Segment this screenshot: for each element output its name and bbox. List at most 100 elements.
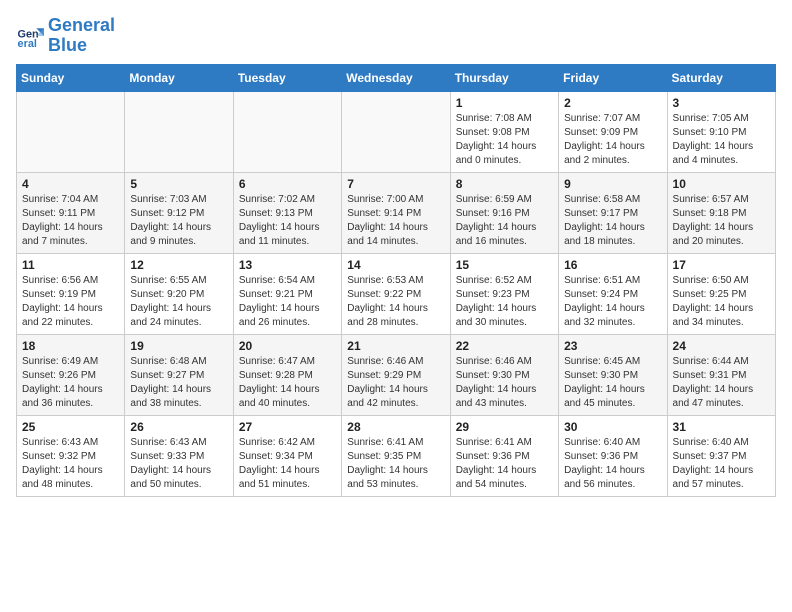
day-number: 12 bbox=[130, 258, 227, 272]
calendar-cell: 15Sunrise: 6:52 AM Sunset: 9:23 PM Dayli… bbox=[450, 253, 558, 334]
weekday-header-wednesday: Wednesday bbox=[342, 64, 450, 91]
calendar-cell: 13 Sunrise: 6:54 AM Sunset: 9:21 PM Dayli… bbox=[233, 253, 341, 334]
day-info: Sunrise: 6:43 AM Sunset: 9:33 PM Dayligh… bbox=[130, 436, 227, 492]
calendar-cell: 14 Sunrise: 6:53 AM Sunset: 9:22 PM Dayli… bbox=[342, 253, 450, 334]
day-info: Sunrise: 6:47 AM Sunset: 9:28 PM Dayligh… bbox=[239, 355, 336, 411]
day-number: 8 bbox=[456, 177, 553, 191]
calendar-cell bbox=[233, 91, 341, 172]
calendar-cell: 21 Sunrise: 6:46 AM Sunset: 9:29 PM Dayli… bbox=[342, 334, 450, 415]
day-number: 23 bbox=[564, 339, 661, 353]
day-number: 25 bbox=[22, 420, 119, 434]
calendar-cell: 17 Sunrise: 6:50 AM Sunset: 9:25 PM Dayli… bbox=[667, 253, 775, 334]
day-info: Sunrise: 7:04 AM Sunset: 9:11 PM Dayligh… bbox=[22, 193, 119, 249]
calendar-cell: 18 Sunrise: 6:49 AM Sunset: 9:26 PM Dayli… bbox=[17, 334, 125, 415]
weekday-header-sunday: Sunday bbox=[17, 64, 125, 91]
day-number: 27 bbox=[239, 420, 336, 434]
calendar-cell: 30 Sunrise: 6:40 AM Sunset: 9:36 PM Dayli… bbox=[559, 415, 667, 496]
day-number: 19 bbox=[130, 339, 227, 353]
day-info: Sunrise: 6:54 AM Sunset: 9:21 PM Dayligh… bbox=[239, 274, 336, 330]
day-info: Sunrise: 7:08 AM Sunset: 9:08 PM Dayligh… bbox=[456, 112, 553, 168]
calendar-cell: 23 Sunrise: 6:45 AM Sunset: 9:30 PM Dayli… bbox=[559, 334, 667, 415]
logo-text-line1: General bbox=[48, 16, 115, 36]
calendar-week-row: 4 Sunrise: 7:04 AM Sunset: 9:11 PM Daylig… bbox=[17, 172, 776, 253]
calendar-cell bbox=[125, 91, 233, 172]
calendar-cell: 29 Sunrise: 6:41 AM Sunset: 9:36 PM Dayli… bbox=[450, 415, 558, 496]
day-info: Sunrise: 7:03 AM Sunset: 9:12 PM Dayligh… bbox=[130, 193, 227, 249]
calendar-cell: 26 Sunrise: 6:43 AM Sunset: 9:33 PM Dayli… bbox=[125, 415, 233, 496]
day-info: Sunrise: 6:49 AM Sunset: 9:26 PM Dayligh… bbox=[22, 355, 119, 411]
calendar-cell bbox=[17, 91, 125, 172]
page-header: Gen eral General Blue bbox=[16, 16, 776, 56]
weekday-header-thursday: Thursday bbox=[450, 64, 558, 91]
day-number: 21 bbox=[347, 339, 444, 353]
day-info: Sunrise: 6:41 AM Sunset: 9:35 PM Dayligh… bbox=[347, 436, 444, 492]
day-number: 2 bbox=[564, 96, 661, 110]
calendar-table: SundayMondayTuesdayWednesdayThursdayFrid… bbox=[16, 64, 776, 497]
day-number: 14 bbox=[347, 258, 444, 272]
day-info: Sunrise: 6:45 AM Sunset: 9:30 PM Dayligh… bbox=[564, 355, 661, 411]
day-number: 22 bbox=[456, 339, 553, 353]
calendar-cell: 25 Sunrise: 6:43 AM Sunset: 9:32 PM Dayli… bbox=[17, 415, 125, 496]
logo-text-line2: Blue bbox=[48, 36, 115, 56]
day-info: Sunrise: 6:51 AM Sunset: 9:24 PM Dayligh… bbox=[564, 274, 661, 330]
weekday-header-friday: Friday bbox=[559, 64, 667, 91]
day-number: 26 bbox=[130, 420, 227, 434]
logo-icon: Gen eral bbox=[16, 22, 44, 50]
day-number: 15 bbox=[456, 258, 553, 272]
day-info: Sunrise: 6:43 AM Sunset: 9:32 PM Dayligh… bbox=[22, 436, 119, 492]
day-number: 18 bbox=[22, 339, 119, 353]
day-number: 28 bbox=[347, 420, 444, 434]
calendar-cell: 10 Sunrise: 6:57 AM Sunset: 9:18 PM Dayli… bbox=[667, 172, 775, 253]
day-info: Sunrise: 6:56 AM Sunset: 9:19 PM Dayligh… bbox=[22, 274, 119, 330]
calendar-cell: 4 Sunrise: 7:04 AM Sunset: 9:11 PM Daylig… bbox=[17, 172, 125, 253]
day-number: 9 bbox=[564, 177, 661, 191]
calendar-cell: 2 Sunrise: 7:07 AM Sunset: 9:09 PM Daylig… bbox=[559, 91, 667, 172]
calendar-cell: 3Sunrise: 7:05 AM Sunset: 9:10 PM Daylig… bbox=[667, 91, 775, 172]
weekday-header-monday: Monday bbox=[125, 64, 233, 91]
day-info: Sunrise: 6:40 AM Sunset: 9:37 PM Dayligh… bbox=[673, 436, 770, 492]
day-info: Sunrise: 6:48 AM Sunset: 9:27 PM Dayligh… bbox=[130, 355, 227, 411]
logo: Gen eral General Blue bbox=[16, 16, 115, 56]
calendar-cell: 11Sunrise: 6:56 AM Sunset: 9:19 PM Dayli… bbox=[17, 253, 125, 334]
day-number: 17 bbox=[673, 258, 770, 272]
day-info: Sunrise: 6:40 AM Sunset: 9:36 PM Dayligh… bbox=[564, 436, 661, 492]
day-info: Sunrise: 7:07 AM Sunset: 9:09 PM Dayligh… bbox=[564, 112, 661, 168]
calendar-week-row: 1Sunrise: 7:08 AM Sunset: 9:08 PM Daylig… bbox=[17, 91, 776, 172]
svg-text:eral: eral bbox=[18, 38, 37, 50]
calendar-cell bbox=[342, 91, 450, 172]
day-number: 31 bbox=[673, 420, 770, 434]
calendar-cell: 16Sunrise: 6:51 AM Sunset: 9:24 PM Dayli… bbox=[559, 253, 667, 334]
day-info: Sunrise: 7:00 AM Sunset: 9:14 PM Dayligh… bbox=[347, 193, 444, 249]
day-number: 10 bbox=[673, 177, 770, 191]
day-info: Sunrise: 6:55 AM Sunset: 9:20 PM Dayligh… bbox=[130, 274, 227, 330]
day-number: 20 bbox=[239, 339, 336, 353]
day-number: 29 bbox=[456, 420, 553, 434]
day-info: Sunrise: 6:41 AM Sunset: 9:36 PM Dayligh… bbox=[456, 436, 553, 492]
day-info: Sunrise: 6:59 AM Sunset: 9:16 PM Dayligh… bbox=[456, 193, 553, 249]
calendar-cell: 24Sunrise: 6:44 AM Sunset: 9:31 PM Dayli… bbox=[667, 334, 775, 415]
calendar-cell: 28 Sunrise: 6:41 AM Sunset: 9:35 PM Dayli… bbox=[342, 415, 450, 496]
calendar-cell: 12 Sunrise: 6:55 AM Sunset: 9:20 PM Dayli… bbox=[125, 253, 233, 334]
calendar-cell: 20 Sunrise: 6:47 AM Sunset: 9:28 PM Dayli… bbox=[233, 334, 341, 415]
calendar-week-row: 18 Sunrise: 6:49 AM Sunset: 9:26 PM Dayli… bbox=[17, 334, 776, 415]
calendar-week-row: 25 Sunrise: 6:43 AM Sunset: 9:32 PM Dayli… bbox=[17, 415, 776, 496]
day-info: Sunrise: 6:46 AM Sunset: 9:30 PM Dayligh… bbox=[456, 355, 553, 411]
day-info: Sunrise: 6:53 AM Sunset: 9:22 PM Dayligh… bbox=[347, 274, 444, 330]
weekday-header-tuesday: Tuesday bbox=[233, 64, 341, 91]
day-number: 13 bbox=[239, 258, 336, 272]
day-number: 24 bbox=[673, 339, 770, 353]
calendar-cell: 31 Sunrise: 6:40 AM Sunset: 9:37 PM Dayli… bbox=[667, 415, 775, 496]
day-info: Sunrise: 6:50 AM Sunset: 9:25 PM Dayligh… bbox=[673, 274, 770, 330]
day-info: Sunrise: 6:57 AM Sunset: 9:18 PM Dayligh… bbox=[673, 193, 770, 249]
day-number: 30 bbox=[564, 420, 661, 434]
calendar-cell: 7Sunrise: 7:00 AM Sunset: 9:14 PM Daylig… bbox=[342, 172, 450, 253]
day-info: Sunrise: 7:02 AM Sunset: 9:13 PM Dayligh… bbox=[239, 193, 336, 249]
calendar-cell: 22 Sunrise: 6:46 AM Sunset: 9:30 PM Dayli… bbox=[450, 334, 558, 415]
day-info: Sunrise: 6:46 AM Sunset: 9:29 PM Dayligh… bbox=[347, 355, 444, 411]
day-number: 6 bbox=[239, 177, 336, 191]
calendar-cell: 8 Sunrise: 6:59 AM Sunset: 9:16 PM Daylig… bbox=[450, 172, 558, 253]
day-number: 5 bbox=[130, 177, 227, 191]
day-number: 4 bbox=[22, 177, 119, 191]
calendar-cell: 27Sunrise: 6:42 AM Sunset: 9:34 PM Dayli… bbox=[233, 415, 341, 496]
day-number: 3 bbox=[673, 96, 770, 110]
